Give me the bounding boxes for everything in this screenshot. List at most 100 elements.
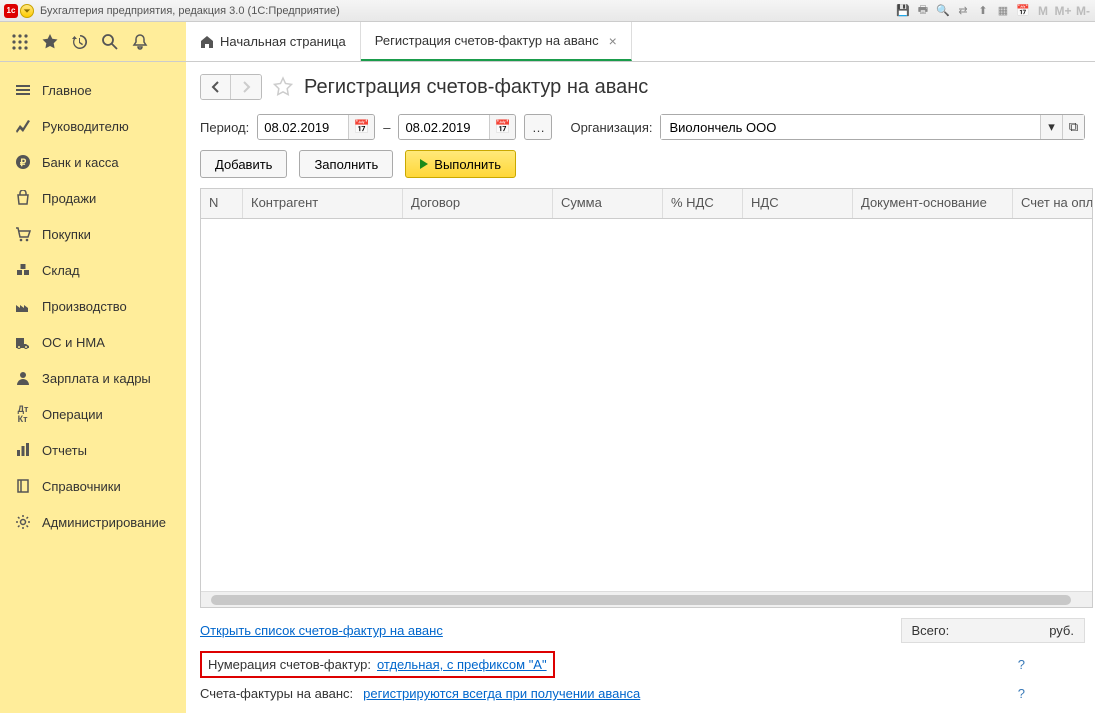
date-to-input[interactable]	[399, 115, 489, 139]
col-sum[interactable]: Сумма	[553, 189, 663, 218]
star-icon[interactable]	[38, 30, 62, 54]
help-icon[interactable]: ?	[1018, 686, 1025, 701]
sidebar-item-production[interactable]: Производство	[0, 288, 186, 324]
chevron-down-icon[interactable]: ▾	[1040, 115, 1062, 139]
tab-label: Начальная страница	[220, 34, 346, 49]
total-label: Всего:	[912, 623, 950, 638]
col-vat-pct[interactable]: % НДС	[663, 189, 743, 218]
favorite-icon[interactable]	[272, 76, 294, 98]
back-button[interactable]	[201, 75, 231, 99]
svg-text:₽: ₽	[20, 158, 27, 169]
save-icon[interactable]: 💾	[895, 3, 911, 19]
open-invoice-list-link[interactable]: Открыть список счетов-фактур на аванс	[200, 623, 443, 638]
page-title: Регистрация счетов-фактур на аванс	[304, 76, 648, 99]
button-label: Добавить	[215, 157, 272, 172]
col-vat[interactable]: НДС	[743, 189, 853, 218]
tab-label: Регистрация счетов-фактур на аванс	[375, 33, 599, 48]
org-select: ▾ ⧉	[660, 114, 1085, 140]
open-icon[interactable]: ⧉	[1062, 115, 1084, 139]
dash: –	[383, 120, 390, 135]
sidebar-item-label: Покупки	[42, 227, 91, 242]
titlebar: 1c Бухгалтерия предприятия, редакция 3.0…	[0, 0, 1095, 22]
tab-home[interactable]: Начальная страница	[186, 22, 361, 61]
sidebar-item-bank[interactable]: ₽ Банк и касса	[0, 144, 186, 180]
sidebar-item-warehouse[interactable]: Склад	[0, 252, 186, 288]
sf-link[interactable]: регистрируются всегда при получении аван…	[363, 686, 640, 701]
sidebar-item-label: Главное	[42, 83, 92, 98]
bell-icon[interactable]	[128, 30, 152, 54]
chart-icon	[14, 117, 32, 135]
sidebar-item-hr[interactable]: Зарплата и кадры	[0, 360, 186, 396]
org-input[interactable]	[661, 115, 1040, 139]
compare-icon[interactable]: ⇄	[955, 3, 971, 19]
total-unit: руб.	[1049, 623, 1074, 638]
h-scrollbar[interactable]	[201, 591, 1092, 607]
scrollbar-thumb[interactable]	[211, 595, 1071, 605]
sidebar-item-label: Банк и касса	[42, 155, 119, 170]
content: Регистрация счетов-фактур на аванс Перио…	[186, 62, 1095, 713]
search-icon[interactable]	[98, 30, 122, 54]
menu-icon	[14, 81, 32, 99]
sidebar-item-admin[interactable]: Администрирование	[0, 504, 186, 540]
sidebar-item-catalogs[interactable]: Справочники	[0, 468, 186, 504]
boxes-icon	[14, 261, 32, 279]
export-icon[interactable]: ⬆	[975, 3, 991, 19]
preview-icon[interactable]: 🔍	[935, 3, 951, 19]
col-invoice[interactable]: Счет на оплату	[1013, 189, 1092, 218]
calendar-icon[interactable]: 📅	[348, 115, 374, 139]
sidebar-item-label: Администрирование	[42, 515, 166, 530]
button-label: Выполнить	[434, 157, 501, 172]
apps-icon[interactable]	[8, 30, 32, 54]
col-contract[interactable]: Договор	[403, 189, 553, 218]
add-button[interactable]: Добавить	[200, 150, 287, 178]
sidebar-item-assets[interactable]: ОС и НМА	[0, 324, 186, 360]
sf-label: Счета-фактуры на аванс:	[200, 686, 353, 701]
col-n[interactable]: N	[201, 189, 243, 218]
sidebar-item-main[interactable]: Главное	[0, 72, 186, 108]
calc-icon[interactable]: ▦	[995, 3, 1011, 19]
sidebar-item-label: Производство	[42, 299, 127, 314]
numbering-link[interactable]: отдельная, с префиксом "А"	[377, 657, 547, 672]
forward-button[interactable]	[231, 75, 261, 99]
sidebar-item-reports[interactable]: Отчеты	[0, 432, 186, 468]
home-icon	[200, 35, 214, 49]
m-minus-icon[interactable]: M-	[1075, 3, 1091, 19]
truck-icon	[14, 333, 32, 351]
period-label: Период:	[200, 120, 249, 135]
col-counterparty[interactable]: Контрагент	[243, 189, 403, 218]
m-icon[interactable]: M	[1035, 3, 1051, 19]
m-plus-icon[interactable]: M+	[1055, 3, 1071, 19]
tab-invoice-reg[interactable]: Регистрация счетов-фактур на аванс ×	[361, 22, 632, 61]
bars-icon	[14, 441, 32, 459]
run-button[interactable]: Выполнить	[405, 150, 516, 178]
history-icon[interactable]	[68, 30, 92, 54]
sidebar-item-purchases[interactable]: Покупки	[0, 216, 186, 252]
table: N Контрагент Договор Сумма % НДС НДС Док…	[200, 188, 1093, 608]
help-icon[interactable]: ?	[1018, 657, 1025, 672]
sidebar: Главное Руководителю ₽ Банк и касса Прода…	[0, 62, 186, 713]
table-body[interactable]	[201, 219, 1092, 591]
period-picker-button[interactable]: …	[524, 114, 552, 140]
fill-button[interactable]: Заполнить	[299, 150, 393, 178]
topbar: Начальная страница Регистрация счетов-фа…	[0, 22, 1095, 62]
table-header: N Контрагент Договор Сумма % НДС НДС Док…	[201, 189, 1092, 219]
sidebar-item-sales[interactable]: Продажи	[0, 180, 186, 216]
date-to: 📅	[398, 114, 516, 140]
sidebar-item-operations[interactable]: ДтКтОперации	[0, 396, 186, 432]
col-doc[interactable]: Документ-основание	[853, 189, 1013, 218]
sidebar-item-label: Справочники	[42, 479, 121, 494]
sidebar-item-label: Склад	[42, 263, 80, 278]
sidebar-item-label: ОС и НМА	[42, 335, 105, 350]
print-icon[interactable]: 🖶	[915, 3, 931, 19]
sidebar-item-label: Операции	[42, 407, 103, 422]
date-from-input[interactable]	[258, 115, 348, 139]
calendar-icon[interactable]: 📅	[1015, 3, 1031, 19]
close-icon[interactable]: ×	[609, 33, 617, 49]
person-icon	[14, 369, 32, 387]
titlebar-dropdown-icon[interactable]	[20, 4, 34, 18]
org-label: Организация:	[570, 120, 652, 135]
sidebar-item-manager[interactable]: Руководителю	[0, 108, 186, 144]
sidebar-item-label: Зарплата и кадры	[42, 371, 151, 386]
calendar-icon[interactable]: 📅	[489, 115, 515, 139]
sidebar-item-label: Руководителю	[42, 119, 129, 134]
